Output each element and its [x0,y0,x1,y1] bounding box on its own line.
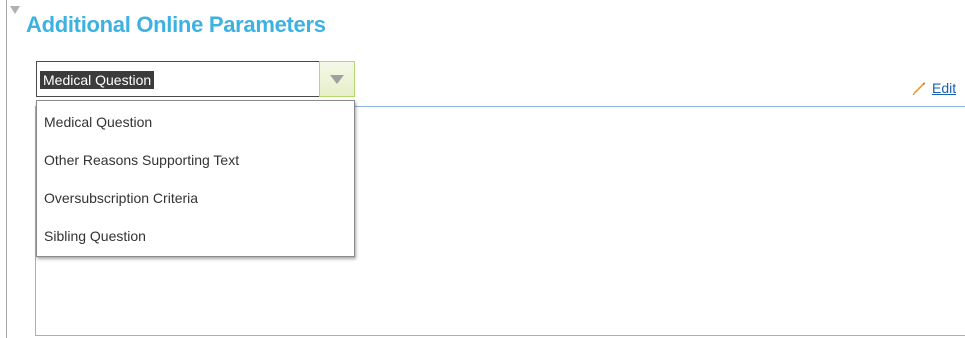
collapse-toggle-icon[interactable] [10,6,20,14]
dropdown-option-sibling-question[interactable]: Sibling Question [44,228,146,244]
dropdown-button[interactable] [319,61,355,97]
dropdown-option-medical-question[interactable]: Medical Question [44,114,152,130]
edit-link[interactable]: Edit [911,80,956,96]
select-selected-value: Medical Question [40,71,155,89]
select-field[interactable]: Medical Question [36,61,320,97]
dropdown-list: Medical Question Other Reasons Supportin… [36,100,355,257]
section-left-border [6,0,7,338]
dropdown-option-other-reasons[interactable]: Other Reasons Supporting Text [44,152,239,168]
dropdown-option-oversubscription[interactable]: Oversubscription Criteria [44,190,198,206]
edit-label[interactable]: Edit [932,80,956,96]
section-title: Additional Online Parameters [26,12,326,37]
pencil-icon [913,82,926,95]
parameter-select[interactable]: Medical Question [36,61,356,99]
chevron-down-icon [330,75,344,84]
